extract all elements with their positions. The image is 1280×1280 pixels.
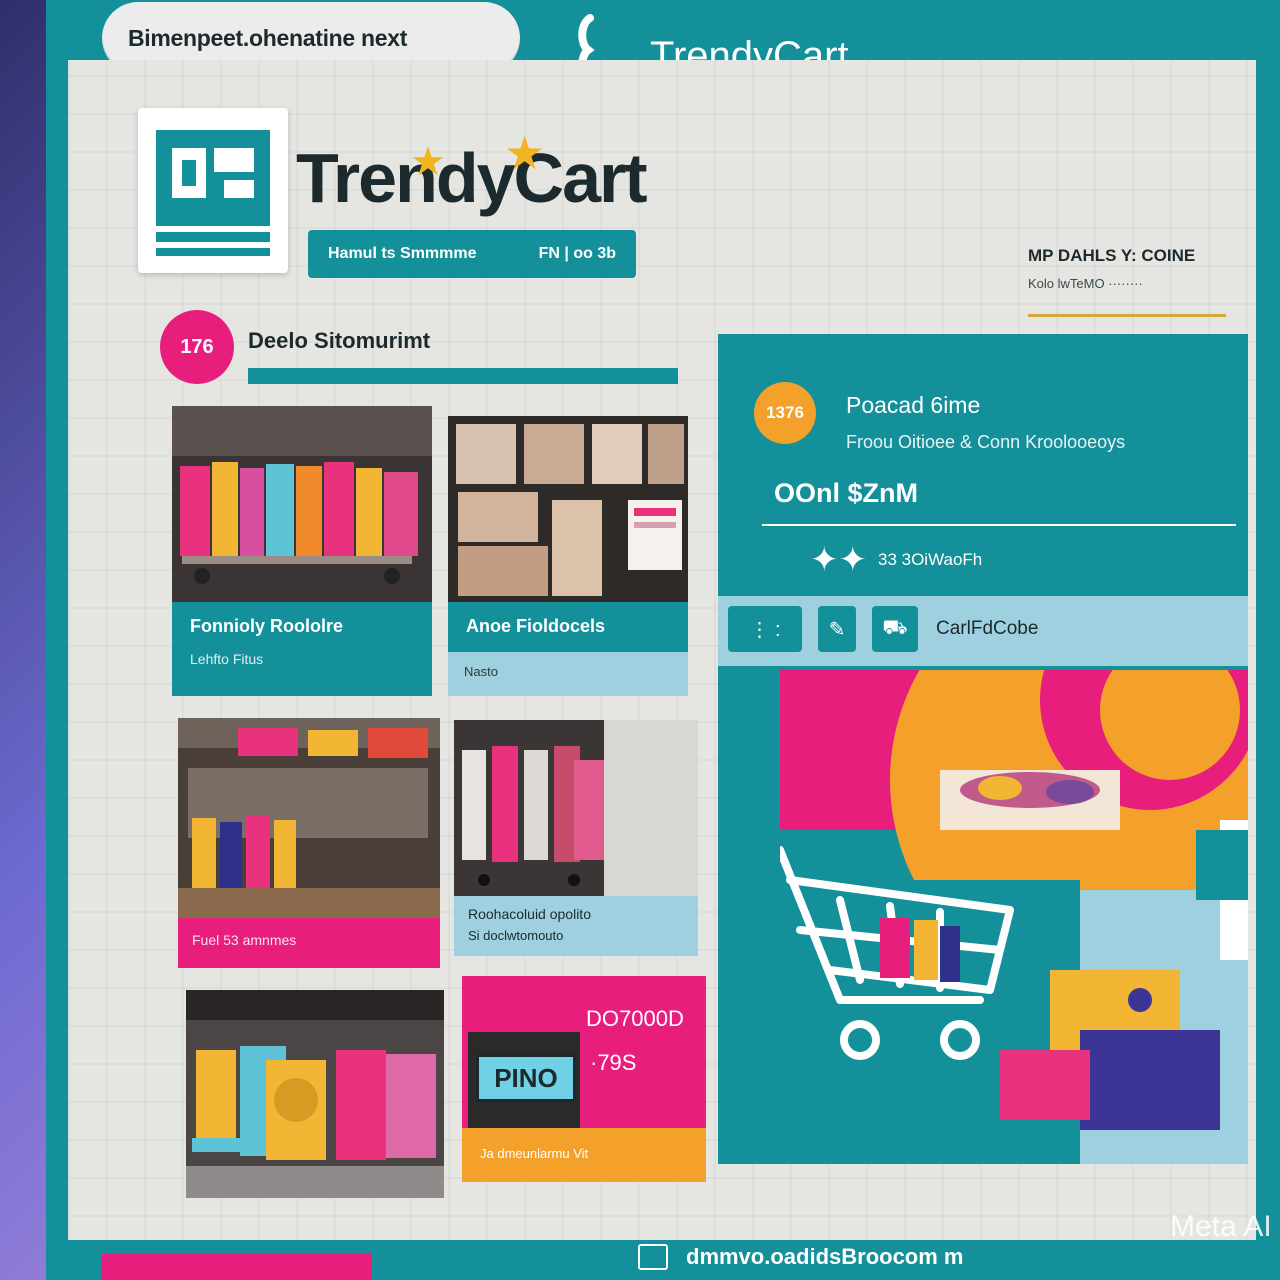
more-options-button[interactable]: ⋮ : [728, 606, 802, 652]
hero-graphic [780, 670, 1248, 1164]
product-subtitle-strip: Nasto [448, 652, 688, 696]
product-title: Anoe Fioldocels [466, 616, 606, 636]
edit-icon[interactable]: ✎ [818, 606, 856, 652]
account-divider [1028, 314, 1226, 317]
product-photo [172, 406, 432, 602]
section-count-badge: 176 [160, 310, 234, 384]
product-caption: Roohacoluid opolito Si doclwtomouto [454, 896, 698, 956]
star-icon: ★ [410, 140, 446, 184]
product-caption: Fuel 53 amnmes [178, 918, 440, 968]
promo-sign: PINO [468, 1032, 580, 1132]
toolbar-label[interactable]: CarlFdCobe [936, 618, 1038, 640]
promo-sign-label: PINO [476, 1054, 576, 1102]
product-card[interactable]: Fuel 53 amnmes [178, 718, 440, 968]
tagline-bar: Hamul ts Smmmme FN | oo 3b [308, 230, 636, 278]
brand-name: TrendyCart [296, 139, 648, 217]
section-title: Deelo Sitomurimt [248, 328, 431, 353]
detail-header: 1376 Poacad 6ime Froou Oitioee & Conn Kr… [718, 334, 1248, 596]
footer-icon[interactable] [638, 1244, 668, 1270]
product-subtitle: Lehfto Fitus [190, 651, 264, 667]
product-detail-panel: 1376 Poacad 6ime Froou Oitioee & Conn Kr… [718, 334, 1248, 1164]
detail-price: OOnl $ZnM [774, 478, 918, 508]
store-page: TrendyCart ★ ★ Hamul ts Smmmme FN | oo 3… [68, 60, 1256, 1255]
section-underline [248, 368, 678, 384]
product-title: Roohacoluid opolito [468, 906, 591, 922]
product-card[interactable] [186, 990, 444, 1198]
account-title[interactable]: MP DAHLS Y: COINE [1028, 246, 1195, 266]
product-photo [178, 718, 440, 918]
hero-illustration [780, 670, 1248, 1164]
store-logo[interactable] [138, 108, 288, 273]
promo-footer-text: Ja dmeunlarmu Vit [480, 1146, 589, 1161]
cart-add-icon[interactable]: ⛟ [872, 606, 918, 652]
tagline-left: Hamul ts Smmmme [328, 245, 477, 262]
product-caption: Anoe Fioldocels [448, 602, 688, 652]
logo-mark-icon [156, 130, 270, 256]
rating-text: 33 3OiWaoFh [878, 550, 983, 569]
promo-card[interactable]: PINO DO7000D ·79S Ja dmeunlarmu Vit [462, 976, 706, 1182]
product-caption: Fonnioly Roololre Lehfto Fitus [172, 602, 432, 696]
detail-divider [762, 524, 1236, 526]
address-text: Bimenpeet.ohenatine next [128, 24, 408, 51]
product-card[interactable]: Roohacoluid opolito Si doclwtomouto [454, 720, 698, 956]
footer-accent [102, 1254, 372, 1280]
detail-subtitle: Froou Oitioee & Conn Kroolooeoys [846, 432, 1126, 452]
detail-badge: 1376 [754, 382, 816, 444]
product-photo [186, 990, 444, 1198]
detail-toolbar: ⋮ : ✎ ⛟ CarlFdCobe [718, 596, 1248, 666]
watermark-text: Meta AI [1170, 1210, 1272, 1243]
product-title: Fonnioly Roololre [190, 616, 343, 636]
promo-price: ·79S [590, 1050, 637, 1075]
product-photo [448, 416, 688, 602]
rating-stars-icon: ✦✦ [810, 541, 867, 579]
detail-title: Poacad 6ime [846, 392, 981, 418]
tagline-right: FN | oo 3b [538, 245, 616, 262]
app-window: Bimenpeet.ohenatine next TrendyCart Tren… [46, 0, 1280, 1280]
product-subtitle: Nasto [464, 664, 498, 679]
product-photo [454, 720, 698, 896]
star-icon: ★ [504, 127, 546, 179]
product-subtitle: Fuel 53 amnmes [192, 932, 297, 948]
account-subtitle: Kolo lwTeMO ········ [1028, 276, 1143, 291]
product-subtitle: Si doclwtomouto [468, 928, 564, 943]
promo-footer: Ja dmeunlarmu Vit [462, 1128, 706, 1182]
promo-title: DO7000D [586, 1006, 684, 1031]
footer-url[interactable]: dmmvo.oadidsBroocom m [686, 1244, 963, 1270]
product-card[interactable]: Anoe Fioldocels Nasto [448, 416, 688, 696]
product-card[interactable]: Fonnioly Roololre Lehfto Fitus [172, 406, 432, 696]
